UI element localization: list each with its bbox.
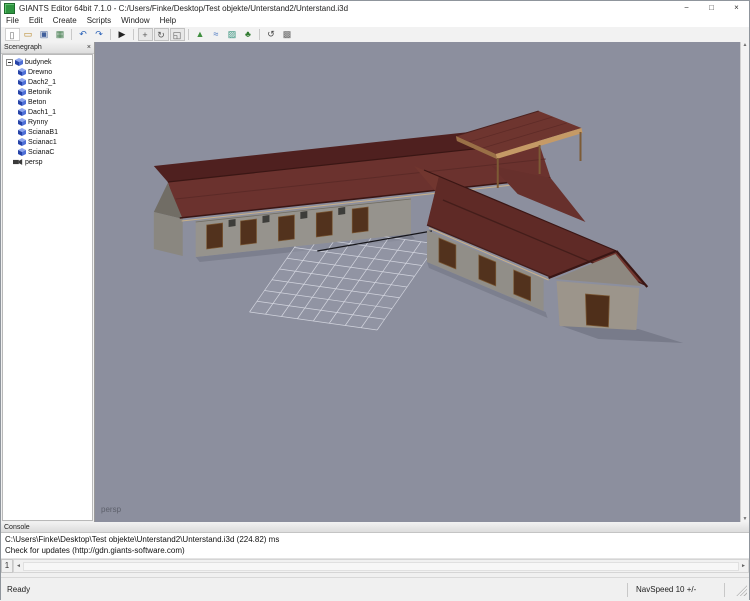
tree-node-root[interactable]: budynek (3, 57, 92, 67)
title-bar: GIANTS Editor 64bit 7.1.0 - C:/Users/Fin… (1, 1, 749, 15)
undo-icon[interactable]: ↶ (76, 28, 91, 41)
console-header: Console (1, 522, 749, 533)
tree-node[interactable]: Dach1_1 (3, 107, 92, 117)
cube-icon (18, 78, 26, 86)
terrain-paint-icon[interactable]: ▨ (225, 28, 240, 41)
scenegraph-close-icon[interactable]: × (87, 44, 91, 51)
window-controls: − □ × (674, 1, 749, 15)
tree-node-label: ScianaB1 (28, 129, 58, 136)
tree-node[interactable]: ScianaC (3, 147, 92, 157)
screenshot-icon[interactable]: ▦ (53, 28, 68, 41)
tree-node[interactable]: Dach2_1 (3, 77, 92, 87)
cube-icon (18, 88, 26, 96)
foliage-paint-icon[interactable]: ♣ (241, 28, 256, 41)
menu-edit[interactable]: Edit (24, 15, 48, 27)
resize-grip-icon[interactable] (735, 584, 747, 596)
giants-editor-window: { "window": { "title": "GIANTS Editor 64… (0, 0, 750, 600)
toolbar-separator (133, 29, 134, 40)
close-button[interactable]: × (724, 1, 749, 15)
viewport-camera-label: persp (101, 505, 121, 514)
tree-node-label: budynek (25, 59, 51, 66)
scale-tool-icon[interactable]: ◱ (170, 28, 185, 41)
tree-node[interactable]: Beton (3, 97, 92, 107)
cube-icon (18, 128, 26, 136)
scroll-up-icon[interactable]: ▲ (743, 42, 748, 48)
toolbar: ▯ ▭ ▣ ▦ ↶ ↷ ▶ + ↻ ◱ ▲ ≈ ▨ ♣ ↺ ▩ (1, 27, 749, 43)
scrollbar-track[interactable] (23, 562, 739, 571)
tree-node-label: ScianaC (28, 149, 54, 156)
toolbar-separator (188, 29, 189, 40)
tree-node-label: Dach2_1 (28, 79, 56, 86)
menu-help[interactable]: Help (155, 15, 181, 27)
menu-create[interactable]: Create (48, 15, 82, 27)
menu-file[interactable]: File (1, 15, 24, 27)
tree-node[interactable]: Betonik (3, 87, 92, 97)
expander-icon[interactable] (6, 59, 13, 66)
tree-node-label: Scianac1 (28, 139, 57, 146)
scenegraph-title: Scenegraph (4, 44, 42, 51)
grid-toggle-icon[interactable]: ▩ (280, 28, 295, 41)
window-title: GIANTS Editor 64bit 7.1.0 - C:/Users/Fin… (19, 4, 348, 13)
scroll-left-icon[interactable]: ◄ (16, 563, 21, 569)
status-ready: Ready (7, 585, 627, 594)
console-line: Check for updates (http://gdn.giants-sof… (5, 545, 745, 556)
tree-node[interactable]: Drewno (3, 67, 92, 77)
save-icon[interactable]: ▣ (37, 28, 52, 41)
menu-scripts[interactable]: Scripts (82, 15, 116, 27)
cube-icon (18, 148, 26, 156)
toolbar-separator (259, 29, 260, 40)
horizontal-scrollbar[interactable]: ◄ ► (13, 559, 749, 573)
cube-icon (18, 118, 26, 126)
tree-node-label: persp (25, 159, 43, 166)
toolbar-separator (71, 29, 72, 40)
terrain-smooth-icon[interactable]: ≈ (209, 28, 224, 41)
tree-node[interactable]: Scianac1 (3, 137, 92, 147)
scenegraph-panel: Scenegraph × budynek Drewno Dach2_1 Beto… (1, 42, 95, 522)
cube-icon (18, 138, 26, 146)
tree-node-camera[interactable]: persp (3, 157, 92, 167)
app-logo-icon (4, 3, 15, 14)
cube-icon (18, 68, 26, 76)
camera-icon (13, 158, 23, 166)
minimize-button[interactable]: − (674, 1, 699, 15)
viewport-3d[interactable]: persp (95, 42, 740, 522)
vertical-scrollbar[interactable]: ▲ ▼ (740, 42, 749, 522)
menu-window[interactable]: Window (116, 15, 154, 27)
tree-node[interactable]: ScianaB1 (3, 127, 92, 137)
reload-icon[interactable]: ↺ (264, 28, 279, 41)
console-line: C:\Users\Finke\Desktop\Test objekte\Unte… (5, 534, 745, 545)
console-input-row: 1 ◄ ► (1, 559, 749, 573)
console-line-number: 1 (1, 559, 13, 573)
maximize-button[interactable]: □ (699, 1, 724, 15)
tree-node[interactable]: Rynny (3, 117, 92, 127)
cube-icon (18, 108, 26, 116)
scenegraph-header: Scenegraph × (1, 42, 94, 54)
status-navspeed: NavSpeed 10 +/- (627, 583, 724, 597)
main-area: Scenegraph × budynek Drewno Dach2_1 Beto… (1, 42, 749, 522)
toolbar-separator (110, 29, 111, 40)
terrain-sculpt-icon[interactable]: ▲ (193, 28, 208, 41)
tree-node-label: Dach1_1 (28, 109, 56, 116)
open-file-icon[interactable]: ▭ (21, 28, 36, 41)
redo-icon[interactable]: ↷ (92, 28, 107, 41)
console-title: Console (4, 524, 30, 531)
scenegraph-tree: budynek Drewno Dach2_1 Betonik Beton Dac… (2, 54, 93, 521)
scroll-right-icon[interactable]: ► (741, 563, 746, 569)
play-icon[interactable]: ▶ (115, 28, 130, 41)
viewport-3d-model (95, 42, 740, 522)
console-output: C:\Users\Finke\Desktop\Test objekte\Unte… (1, 533, 749, 559)
rotate-tool-icon[interactable]: ↻ (154, 28, 169, 41)
tree-node-label: Beton (28, 99, 46, 106)
tree-node-label: Rynny (28, 119, 48, 126)
tree-node-label: Drewno (28, 69, 52, 76)
new-file-icon[interactable]: ▯ (5, 28, 20, 41)
status-bar: Ready NavSpeed 10 +/- (1, 577, 749, 601)
cube-icon (18, 98, 26, 106)
status-spacer (724, 583, 735, 597)
cube-icon (15, 58, 23, 66)
tree-node-label: Betonik (28, 89, 51, 96)
translate-tool-icon[interactable]: + (138, 28, 153, 41)
